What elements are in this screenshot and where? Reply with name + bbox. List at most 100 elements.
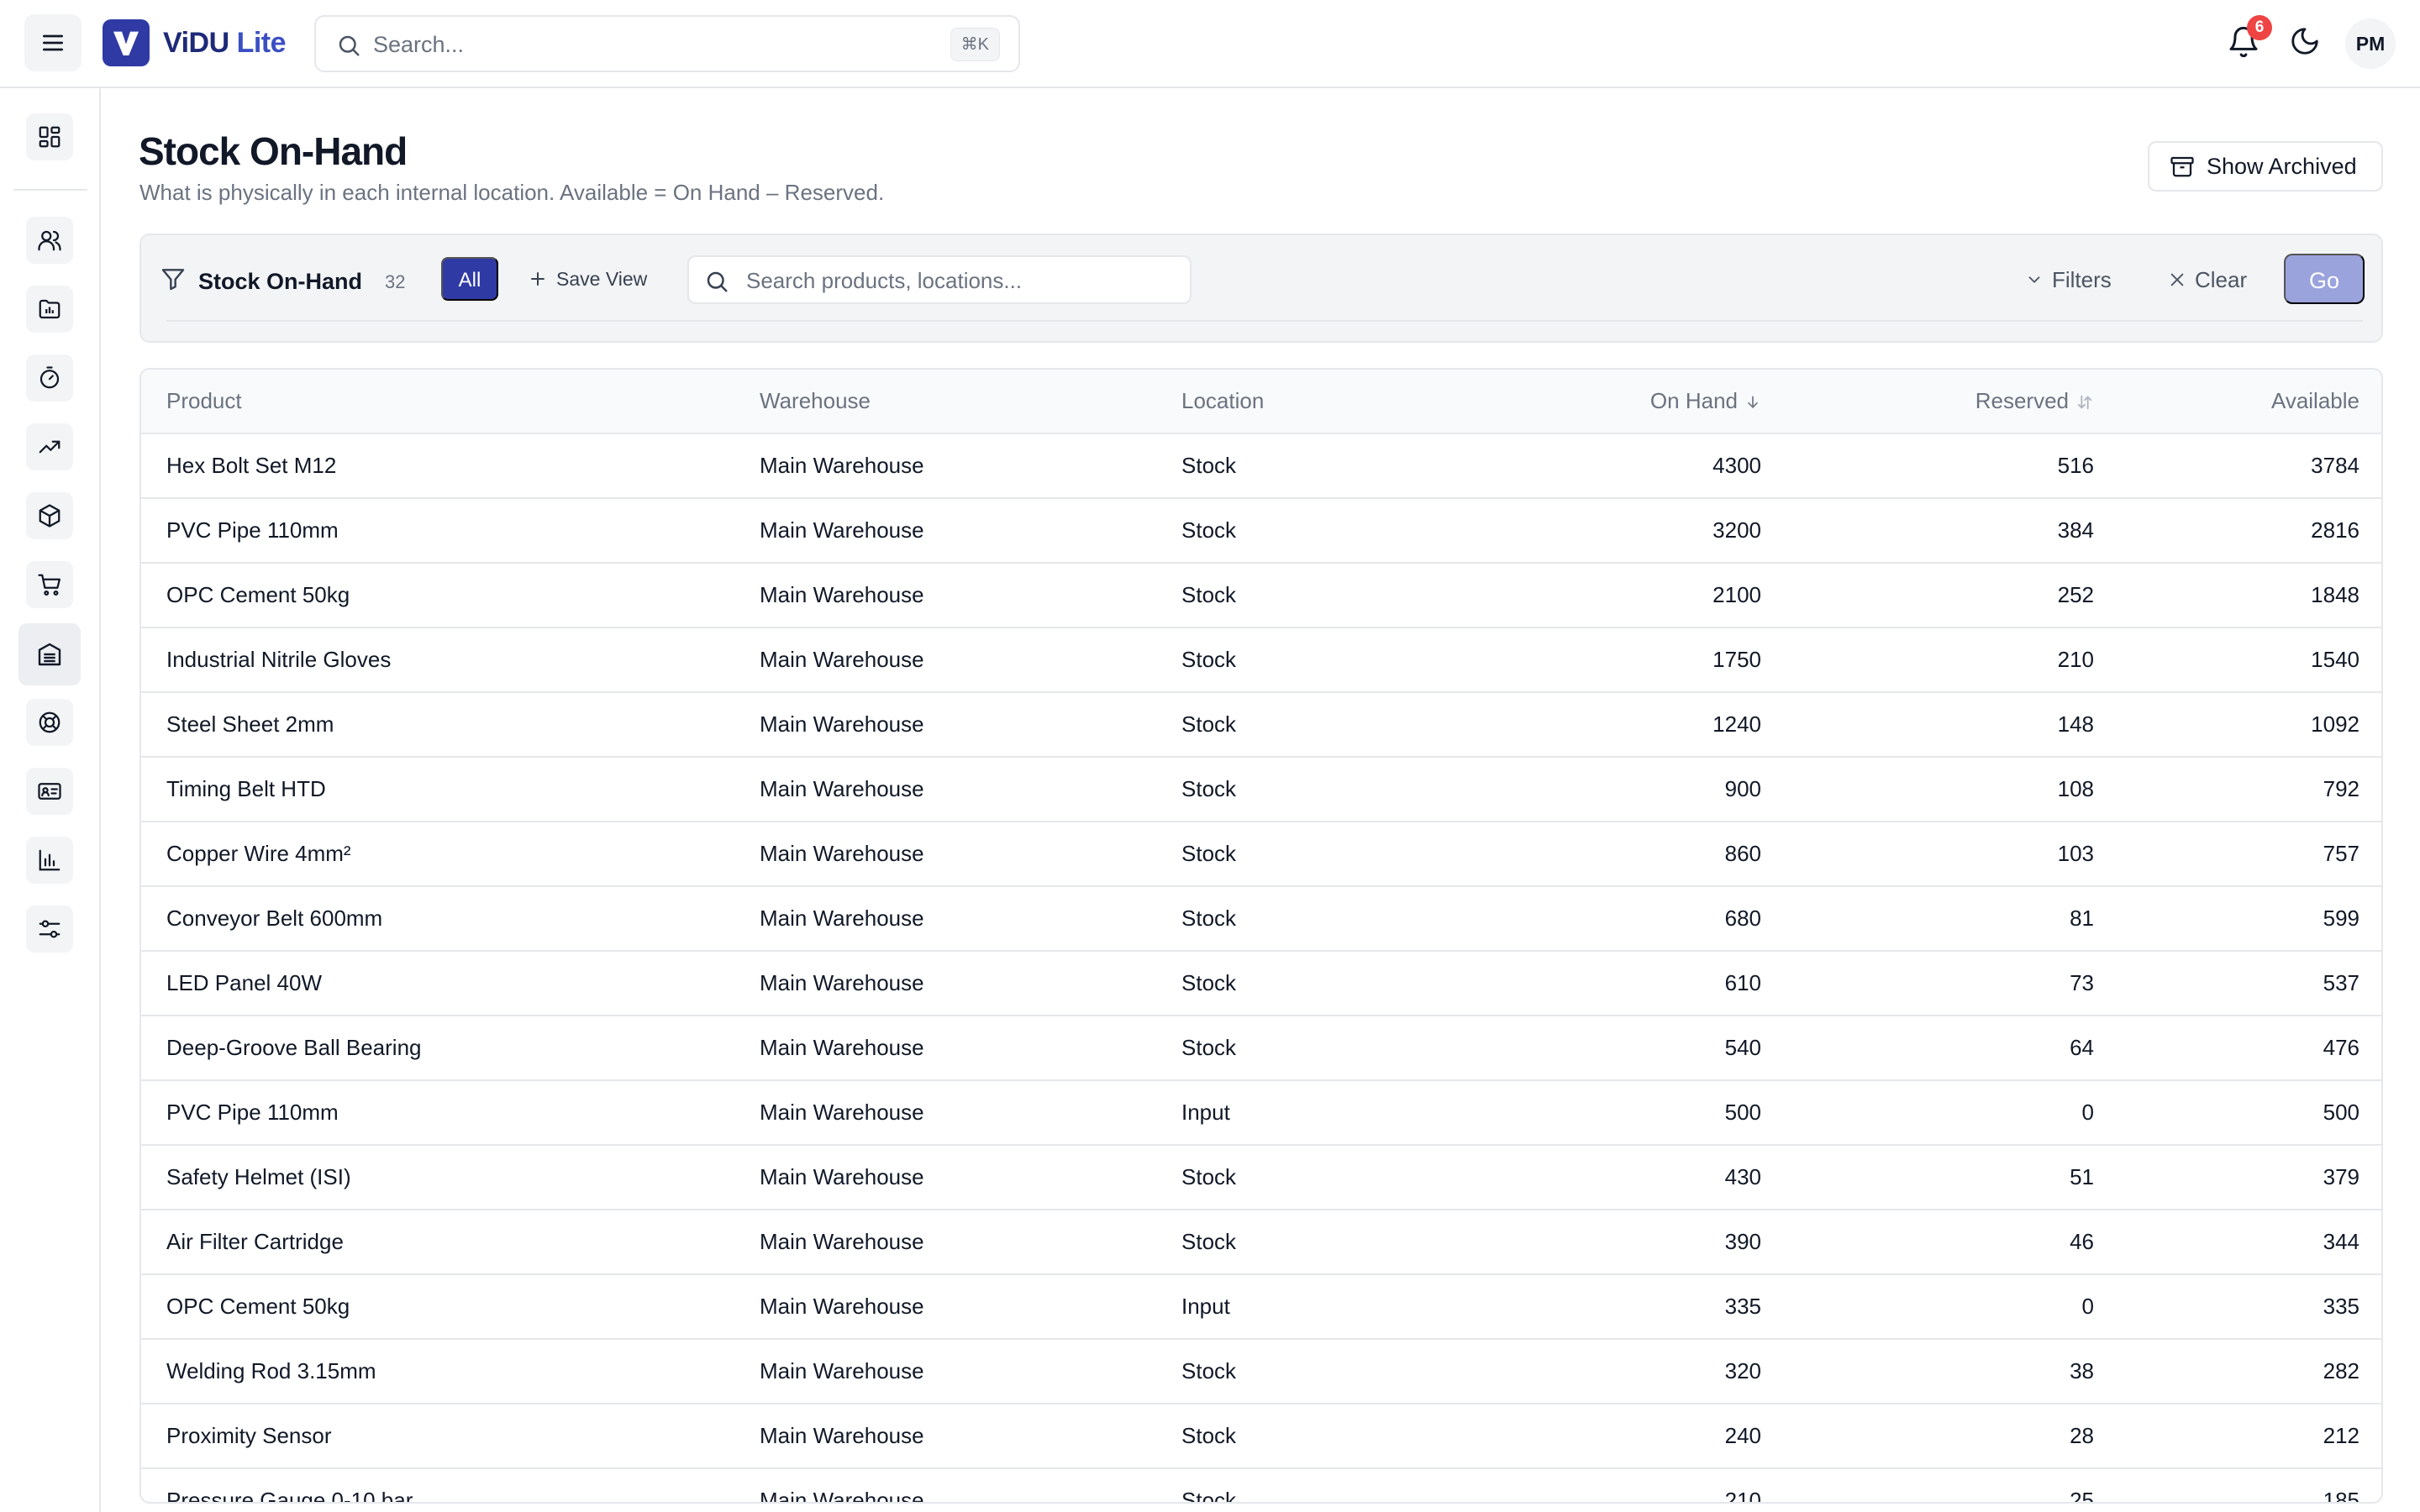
sidebar-item-contacts[interactable] [26,217,73,264]
menu-toggle-button[interactable] [24,14,82,71]
search-icon [704,269,729,298]
stock-table-container: Product Warehouse Location On Hand Reser… [139,368,2383,1504]
sidebar-item-helpdesk[interactable] [26,699,73,746]
table-row[interactable]: Conveyor Belt 600mm Main Warehouse Stock 68… [141,886,2381,952]
column-header-label: Available [2270,388,2360,413]
table-row[interactable]: Timing Belt HTD Main Warehouse Stock 900 108… [141,757,2381,822]
search-icon [336,33,361,62]
sidebar [0,88,101,1512]
bar-chart-icon [39,849,60,871]
global-search[interactable]: ⌘K [314,15,1020,72]
sidebar-item-reports[interactable] [26,837,73,884]
cell-reserved: 28 [1761,1404,2094,1469]
chip-all-filter[interactable]: All [441,257,498,301]
table-row[interactable]: Deep-Groove Ball Bearing Main Warehouse St… [141,1016,2381,1081]
cell-warehouse: Main Warehouse [760,692,1181,758]
timer-icon [39,366,60,389]
filter-bar-divider [166,320,2363,322]
table-row[interactable]: Pressure Gauge 0-10 bar Main Warehouse Sto… [141,1468,2381,1502]
page-subtitle: What is physically in each internal loca… [139,180,885,205]
table-search[interactable] [687,255,1192,304]
sidebar-item-inventory[interactable] [18,623,81,685]
cell-available: 212 [2094,1404,2381,1469]
cell-on-hand: 860 [1467,822,1761,887]
show-archived-label: Show Archived [2207,153,2357,179]
cell-available: 3784 [2094,433,2381,499]
cell-product: OPC Cement 50kg [141,563,760,628]
cell-available: 185 [2094,1468,2381,1502]
filter-icon [160,265,187,297]
column-header-on-hand[interactable]: On Hand [1467,370,1761,434]
column-header-product[interactable]: Product [141,370,760,434]
cell-available: 379 [2094,1145,2381,1210]
brand-label: ViDU [163,27,229,59]
cell-available: 1848 [2094,563,2381,628]
cell-product: PVC Pipe 110mm [141,498,760,564]
notification-count-badge: 6 [2247,15,2272,40]
cell-location: Input [1181,1080,1467,1146]
sort-both-icon [2077,395,2092,410]
clear-button[interactable]: Clear [2168,265,2247,295]
table-row[interactable]: Industrial Nitrile Gloves Main Warehouse S… [141,627,2381,693]
cell-reserved: 73 [1761,951,2094,1016]
cell-location: Stock [1181,1145,1467,1210]
cell-available: 599 [2094,886,2381,952]
clear-label: Clear [2195,267,2248,292]
go-button[interactable]: Go [2284,254,2365,304]
filters-label: Filters [2052,267,2112,292]
user-avatar[interactable]: PM [2345,18,2396,69]
cell-on-hand: 3200 [1467,498,1761,564]
cell-reserved: 108 [1761,757,2094,822]
column-header-reserved[interactable]: Reserved [1761,370,2094,434]
cell-warehouse: Main Warehouse [760,1339,1181,1404]
cart-icon [38,574,60,596]
cell-reserved: 148 [1761,692,2094,758]
table-row[interactable]: PVC Pipe 110mm Main Warehouse Input 500 0 500 [141,1080,2381,1146]
sidebar-item-employees[interactable] [26,768,73,815]
column-header-location[interactable]: Location [1181,370,1467,434]
table-search-input[interactable] [746,265,1175,297]
save-view-button[interactable]: Save View [528,265,647,293]
page-title: Stock On-Hand [139,129,408,173]
cell-reserved: 516 [1761,433,2094,499]
sidebar-item-timesheets[interactable] [26,354,73,402]
column-header-available[interactable]: Available [2094,370,2381,434]
table-row[interactable]: PVC Pipe 110mm Main Warehouse Stock 3200 384… [141,498,2381,564]
search-shortcut-hint: ⌘K [950,28,1000,61]
cell-on-hand: 680 [1467,886,1761,952]
sidebar-item-products[interactable] [26,492,73,539]
sidebar-item-projects[interactable] [26,286,73,333]
sidebar-item-purchase[interactable] [26,561,73,608]
sidebar-item-dashboard[interactable] [26,113,73,160]
warehouse-icon [38,643,61,666]
cell-available: 1540 [2094,627,2381,693]
cell-location: Stock [1181,1468,1467,1502]
table-row[interactable]: Hex Bolt Set M12 Main Warehouse Stock 4300 5… [141,433,2381,499]
column-header-label: Location [1181,388,1265,413]
cell-product: Pressure Gauge 0-10 bar [141,1468,760,1502]
table-row[interactable]: Steel Sheet 2mm Main Warehouse Stock 1240 14… [141,692,2381,758]
table-row[interactable]: LED Panel 40W Main Warehouse Stock 610 73 537 [141,951,2381,1016]
theme-toggle-button[interactable] [2289,25,2326,62]
cell-on-hand: 390 [1467,1210,1761,1275]
cell-warehouse: Main Warehouse [760,1468,1181,1502]
cell-warehouse: Main Warehouse [760,1274,1181,1340]
table-row[interactable]: Air Filter Cartridge Main Warehouse Stock 3… [141,1210,2381,1275]
cell-warehouse: Main Warehouse [760,1404,1181,1469]
global-search-input[interactable] [373,27,877,62]
app-logo[interactable] [103,19,150,66]
show-archived-button[interactable]: Show Archived [2148,141,2383,192]
table-row[interactable]: Safety Helmet (ISI) Main Warehouse Stock 43… [141,1145,2381,1210]
table-row[interactable]: OPC Cement 50kg Main Warehouse Stock 2100 25… [141,563,2381,628]
table-row[interactable]: Copper Wire 4mm² Main Warehouse Stock 860 10… [141,822,2381,887]
column-header-warehouse[interactable]: Warehouse [760,370,1181,434]
cell-reserved: 25 [1761,1468,2094,1502]
table-row[interactable]: Welding Rod 3.15mm Main Warehouse Stock 320… [141,1339,2381,1404]
sidebar-item-sales[interactable] [26,423,73,470]
cell-product: Industrial Nitrile Gloves [141,627,760,693]
filter-view-title: Stock On-Hand [198,269,363,294]
filters-button[interactable]: Filters [2025,265,2112,295]
table-row[interactable]: Proximity Sensor Main Warehouse Stock 240 28… [141,1404,2381,1469]
table-row[interactable]: OPC Cement 50kg Main Warehouse Input 335 0 33… [141,1274,2381,1340]
sidebar-item-settings[interactable] [26,906,73,953]
